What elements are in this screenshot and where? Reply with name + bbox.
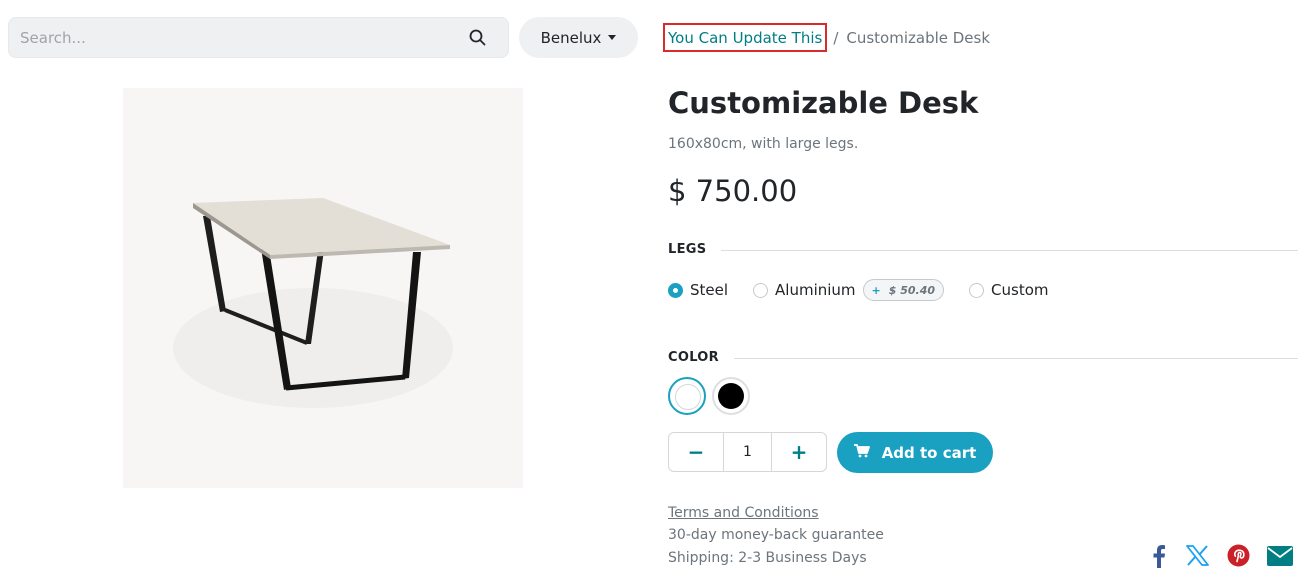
product-image xyxy=(123,88,523,488)
color-divider xyxy=(734,358,1298,359)
terms-link[interactable]: Terms and Conditions xyxy=(668,505,819,521)
legs-option-aluminium[interactable]: Aluminium + $ 50.40 xyxy=(753,279,945,301)
cart-icon xyxy=(853,443,870,462)
color-swatch-white[interactable] xyxy=(668,377,706,415)
add-to-cart-label: Add to cart xyxy=(881,443,977,462)
search-input[interactable] xyxy=(20,28,440,47)
search-icon[interactable] xyxy=(468,29,486,47)
quantity-input[interactable] xyxy=(723,433,772,471)
chevron-down-icon xyxy=(608,35,617,40)
radio-aluminium[interactable] xyxy=(753,282,769,298)
legs-option-custom[interactable]: Custom xyxy=(969,281,1049,299)
legs-options: Steel Aluminium + $ 50.40 Custom xyxy=(668,278,1049,302)
x-twitter-icon[interactable] xyxy=(1185,543,1209,568)
legs-label: LEGS xyxy=(668,242,707,257)
quantity-stepper: − + xyxy=(668,432,827,472)
legs-option-label: Steel xyxy=(690,281,729,299)
product-description: 160x80cm, with large legs. xyxy=(668,136,859,152)
color-swatch-black[interactable] xyxy=(712,377,750,415)
breadcrumb: You Can Update This / Customizable Desk xyxy=(663,23,990,52)
price-extra-sign: + xyxy=(871,283,881,297)
pricelist-dropdown[interactable]: Benelux xyxy=(519,17,638,58)
legs-divider xyxy=(721,250,1298,251)
radio-steel[interactable] xyxy=(668,282,683,298)
price-extra-value: $ 50.40 xyxy=(888,283,936,297)
add-to-cart-button[interactable]: Add to cart xyxy=(837,432,993,473)
breadcrumb-current: Customizable Desk xyxy=(846,28,991,47)
price-extra-badge: + $ 50.40 xyxy=(862,279,945,301)
legs-option-label: Aluminium xyxy=(775,281,856,299)
breadcrumb-parent-link[interactable]: You Can Update This xyxy=(663,23,828,52)
pricelist-label: Benelux xyxy=(540,28,602,47)
pinterest-icon[interactable] xyxy=(1226,543,1250,568)
legs-option-steel[interactable]: Steel xyxy=(668,281,728,299)
email-icon[interactable] xyxy=(1266,543,1293,568)
quantity-plus-button[interactable]: + xyxy=(772,433,826,471)
product-title: Customizable Desk xyxy=(668,86,979,120)
breadcrumb-separator: / xyxy=(833,28,839,47)
search-bar xyxy=(8,17,509,58)
radio-custom[interactable] xyxy=(969,282,985,298)
product-price: $ 750.00 xyxy=(668,174,798,208)
quantity-minus-button[interactable]: − xyxy=(669,433,723,471)
shipping-text: Shipping: 2-3 Business Days xyxy=(668,550,867,566)
legs-option-label: Custom xyxy=(991,281,1049,299)
color-label: COLOR xyxy=(668,350,719,365)
guarantee-text: 30-day money-back guarantee xyxy=(668,527,884,543)
facebook-icon[interactable] xyxy=(1149,543,1169,568)
